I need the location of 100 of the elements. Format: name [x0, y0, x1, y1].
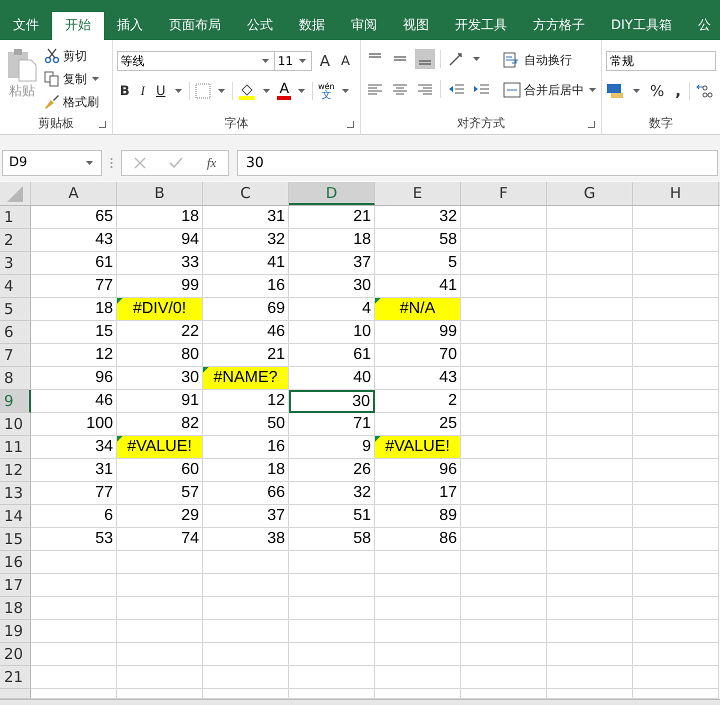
font-name-field[interactable]: 等线 — [116, 51, 275, 71]
ribbon-tab[interactable]: 数据 — [286, 12, 338, 40]
phonetic-button[interactable]: wén 文 — [318, 82, 335, 100]
ribbon-tab[interactable]: 开始 — [52, 12, 104, 40]
caret-icon[interactable] — [86, 160, 93, 164]
table-cell: 96 — [375, 459, 461, 482]
table-cell: 58 — [289, 528, 375, 551]
scissors-icon — [44, 48, 60, 64]
ribbon-tab[interactable]: 开发工具 — [442, 12, 520, 40]
row-header[interactable]: 12 — [0, 459, 31, 482]
font-color-button[interactable]: A — [277, 82, 292, 100]
table-cell: 50 — [203, 413, 289, 436]
group-label: 字体 — [224, 114, 248, 132]
decimal-icon[interactable] — [694, 82, 713, 100]
fill-color-icon[interactable] — [238, 82, 256, 100]
row-header[interactable]: 3 — [0, 252, 31, 275]
ribbon-tab[interactable]: 文件 — [0, 12, 52, 40]
row-header[interactable]: 21 — [0, 666, 31, 689]
caret-icon[interactable] — [92, 77, 99, 81]
currency-icon[interactable] — [606, 82, 626, 100]
number-format-field[interactable]: 常规 — [606, 51, 716, 71]
ribbon-tab[interactable]: 页面布局 — [156, 12, 234, 40]
caret-icon[interactable] — [473, 57, 480, 61]
row-header[interactable]: 18 — [0, 597, 31, 620]
caret-icon[interactable] — [298, 59, 306, 63]
row-header[interactable]: 13 — [0, 482, 31, 505]
wrap-text-icon — [503, 52, 521, 68]
row-header[interactable]: 15 — [0, 528, 31, 551]
table-cell: #NAME? — [203, 367, 289, 390]
row-header[interactable]: 14 — [0, 505, 31, 528]
insert-function-button[interactable]: fx — [206, 154, 216, 170]
row-header[interactable]: 10 — [0, 413, 31, 436]
underline-button[interactable]: U — [152, 84, 168, 98]
table-cell: 16 — [203, 275, 289, 298]
comma-button[interactable]: , — [672, 82, 684, 100]
dialog-launcher-icon[interactable] — [347, 121, 354, 128]
percent-button[interactable]: % — [647, 82, 668, 100]
table-cell: 18 — [203, 459, 289, 482]
table-cell: 40 — [289, 367, 375, 390]
font-size-field[interactable]: 11 — [274, 51, 312, 71]
ribbon-tab[interactable]: 公 — [684, 12, 720, 40]
italic-button[interactable]: I — [138, 83, 148, 99]
wrap-text-button[interactable]: 自动换行 — [503, 50, 598, 70]
row-header[interactable]: 16 — [0, 551, 31, 574]
caret-icon[interactable] — [342, 89, 349, 93]
merge-center-button[interactable]: 合并后居中 — [503, 80, 598, 100]
table-cell: #VALUE! — [375, 436, 461, 459]
shrink-font-button[interactable]: A — [338, 54, 353, 68]
row-header[interactable]: 4 — [0, 275, 31, 298]
column-header[interactable]: G — [547, 182, 633, 205]
row-header[interactable]: 20 — [0, 643, 31, 666]
row-header[interactable]: 11 — [0, 436, 31, 459]
column-header[interactable]: A — [31, 182, 117, 205]
dialog-launcher-icon[interactable] — [98, 121, 106, 128]
caret-icon[interactable] — [218, 89, 226, 93]
border-icon[interactable] — [195, 83, 212, 99]
caret-icon[interactable] — [263, 89, 270, 93]
caret-icon[interactable] — [175, 89, 182, 93]
caret-icon[interactable] — [633, 89, 640, 93]
ribbon-tab[interactable]: 插入 — [104, 12, 156, 40]
column-header[interactable]: E — [375, 182, 461, 205]
ribbon-tab[interactable]: 方方格子 — [520, 12, 598, 40]
row-header[interactable]: 6 — [0, 321, 31, 344]
formula-field[interactable]: 30 — [237, 150, 718, 176]
ribbon-tab[interactable]: 公式 — [234, 12, 286, 40]
row-header[interactable]: 7 — [0, 344, 31, 367]
column-header[interactable]: D — [289, 182, 375, 205]
table-cell: 61 — [31, 252, 117, 275]
caret-icon[interactable] — [589, 88, 596, 92]
grow-font-button[interactable]: A — [316, 52, 333, 70]
table-cell: 31 — [31, 459, 117, 482]
ribbon-tab[interactable]: DIY工具箱 — [598, 12, 685, 40]
check-icon[interactable] — [169, 156, 184, 168]
copy-button[interactable]: 复制 — [44, 69, 101, 89]
cut-button[interactable]: 剪切 — [44, 46, 101, 66]
align-icon[interactable] — [415, 49, 435, 69]
caret-icon[interactable] — [262, 59, 269, 63]
ribbon-tab[interactable]: 审阅 — [338, 12, 390, 40]
table-cell: 33 — [117, 252, 203, 275]
row-header[interactable]: 2 — [0, 229, 31, 252]
row-header[interactable]: 19 — [0, 620, 31, 643]
ribbon-tab[interactable]: 视图 — [390, 12, 442, 40]
table-cell: 26 — [289, 459, 375, 482]
table-cell: 30 — [289, 275, 375, 298]
row-header[interactable]: 8 — [0, 367, 31, 390]
row-header[interactable]: 1 — [0, 206, 31, 229]
column-header[interactable]: B — [117, 182, 203, 205]
column-header[interactable]: F — [461, 182, 547, 205]
dialog-launcher-icon[interactable] — [588, 121, 595, 128]
table-cell: 12 — [31, 344, 117, 367]
name-box[interactable]: D9 — [2, 150, 102, 176]
row-header[interactable]: 5 — [0, 298, 31, 321]
column-header[interactable]: H — [633, 182, 719, 205]
bold-button[interactable]: B — [116, 84, 133, 98]
table-cell: 77 — [31, 275, 117, 298]
table-cell: 94 — [117, 229, 203, 252]
format-painter-button[interactable]: 格式刷 — [44, 92, 101, 112]
row-header[interactable]: 17 — [0, 574, 31, 597]
caret-icon[interactable] — [298, 89, 306, 93]
row-header[interactable]: 9 — [0, 390, 31, 413]
